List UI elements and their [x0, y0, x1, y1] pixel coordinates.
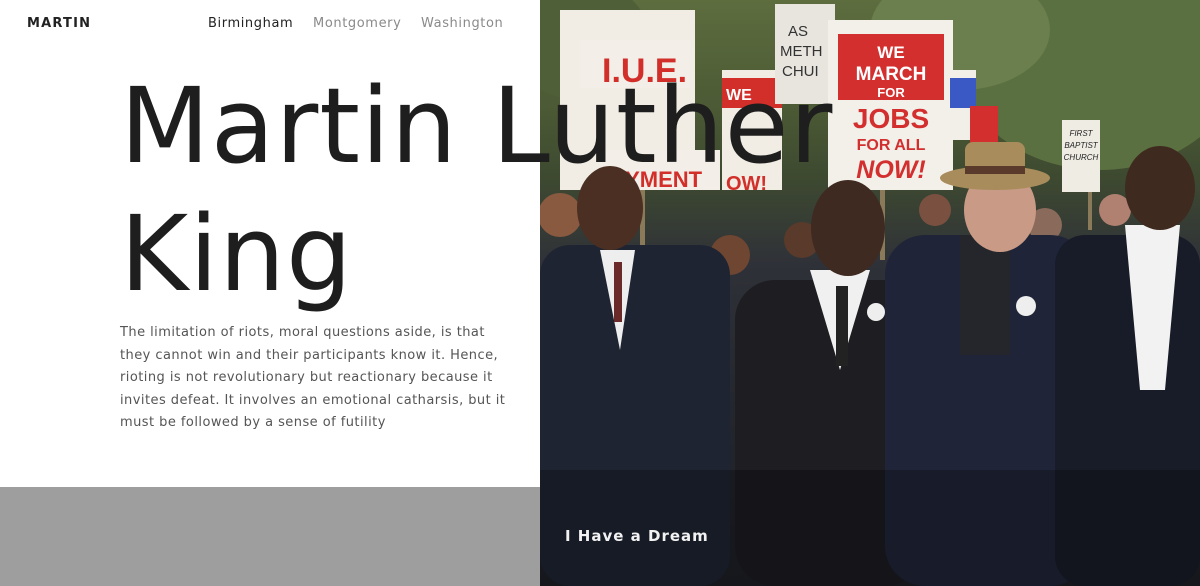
sign-first-baptist-line3: CHURCH	[1064, 153, 1099, 162]
sign-first-baptist: FIRST BAPTIST CHURCH	[1062, 120, 1100, 192]
marcher-right-button	[1016, 296, 1036, 316]
hero-quote: The limitation of riots, moral questions…	[120, 325, 506, 430]
nav-item-birmingham[interactable]: Birmingham	[208, 16, 293, 31]
gray-block	[0, 487, 540, 586]
sign-we-march-line3: FOR	[877, 85, 905, 100]
page: I.U.E. OYMENT WE OW! AS METH CHUI WE MAR…	[0, 0, 1200, 586]
marcher-far-right-head	[1125, 146, 1195, 230]
hero-title: Martin Luther King	[120, 62, 880, 318]
marcher-right-vest	[960, 235, 1010, 355]
hero-title-line2: King	[120, 193, 354, 315]
photo-caption: I Have a Dream	[565, 527, 709, 545]
sign-first-baptist-line2: BAPTIST	[1064, 141, 1098, 150]
sign-first-baptist-line1: FIRST	[1069, 129, 1093, 138]
brand-logo[interactable]: MARTIN	[27, 16, 91, 31]
hero-title-line1: Martin Luther	[120, 65, 834, 187]
marcher-right-hat-band	[965, 166, 1025, 174]
nav-item-washington[interactable]: Washington	[421, 16, 503, 31]
sign-church-top-text2: METH	[780, 43, 823, 60]
sign-stick	[1088, 190, 1092, 230]
sign-we-march-line1: WE	[877, 43, 904, 62]
sign-blue-band	[950, 78, 976, 108]
nav-item-montgomery[interactable]: Montgomery	[313, 16, 401, 31]
crowd-head	[919, 194, 951, 226]
sign-church-top-text: AS	[788, 23, 808, 40]
